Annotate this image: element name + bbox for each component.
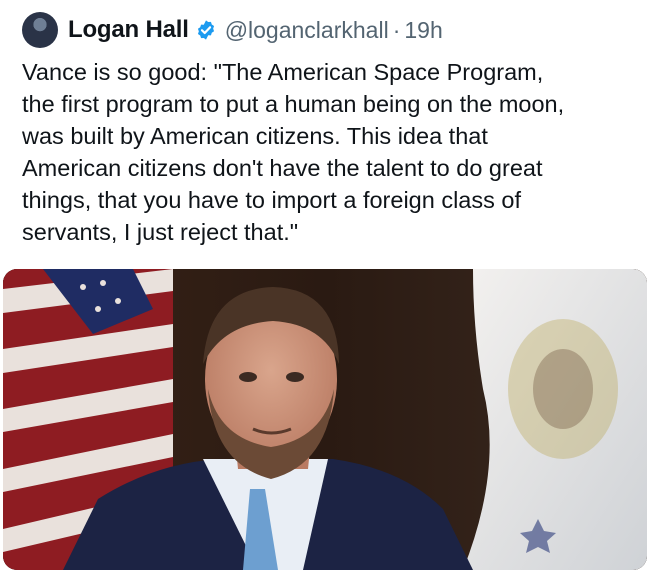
avatar[interactable] <box>22 12 58 48</box>
tweet-text-line: was built by American citizens. This ide… <box>22 123 488 149</box>
tweet-card: Logan Hall @loganclarkhall · 19h Vance i… <box>0 0 650 572</box>
separator-dot: · <box>392 16 401 43</box>
tweet-media-image[interactable] <box>3 269 647 570</box>
tweet-text-line: Vance is so good: "The American Space Pr… <box>22 59 544 85</box>
interview-photo <box>3 269 647 570</box>
author-handle[interactable]: @loganclarkhall <box>225 17 389 44</box>
tweet-text-line: servants, I just reject that." <box>22 219 299 245</box>
tweet-text-line: things, that you have to import a foreig… <box>22 187 521 213</box>
author-name[interactable]: Logan Hall <box>68 16 189 44</box>
seal-flag <box>463 269 647 570</box>
verified-badge-icon <box>197 20 214 40</box>
timestamp[interactable]: 19h <box>404 17 442 44</box>
tweet-text-line: the first program to put a human being o… <box>22 91 565 117</box>
tweet-text-line: American citizens don't have the talent … <box>22 155 543 181</box>
tweet-text: Vance is so good: "The American Space Pr… <box>22 56 632 248</box>
tweet-header: Logan Hall @loganclarkhall · 19h <box>22 10 443 50</box>
